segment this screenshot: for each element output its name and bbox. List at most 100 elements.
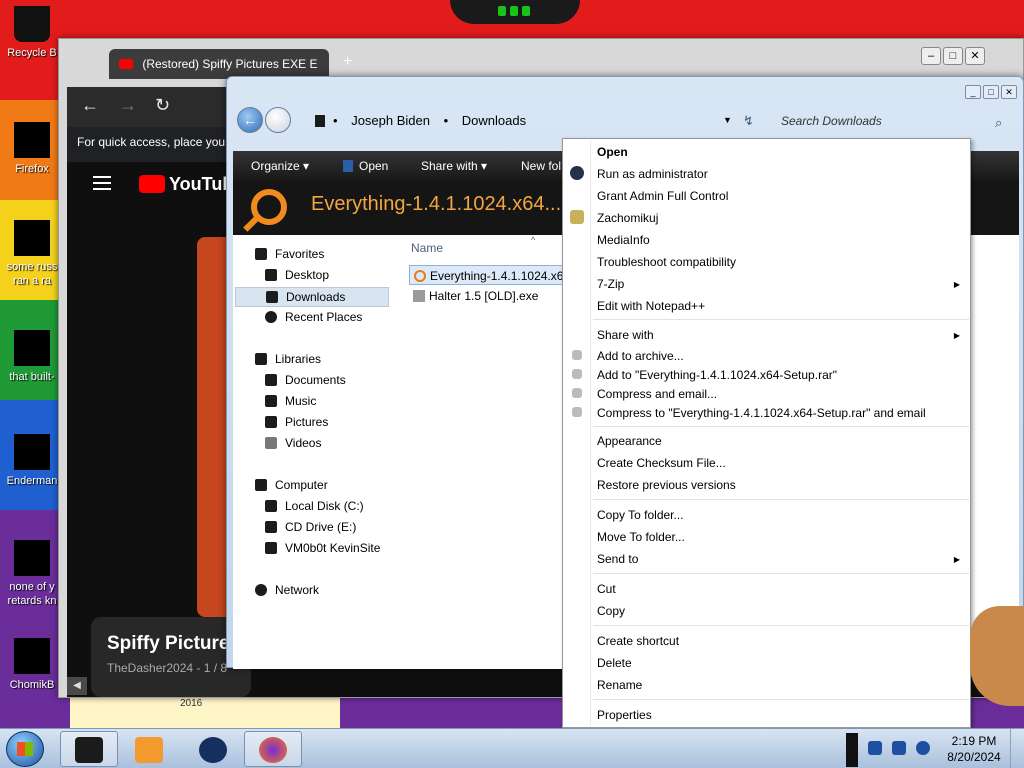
breadcrumb-downloads[interactable]: Downloads: [462, 113, 526, 128]
back-button[interactable]: ←: [237, 107, 263, 133]
menu-item-create-shortcut[interactable]: Create shortcut: [597, 634, 679, 648]
desktop-icon-enderman[interactable]: Enderman: [0, 434, 64, 488]
taskbar-app-globe[interactable]: [184, 731, 242, 767]
menu-item-share-with[interactable]: Share with: [597, 328, 654, 342]
menu-item-notepadpp[interactable]: Edit with Notepad++: [597, 299, 705, 313]
menu-icon[interactable]: [93, 176, 111, 190]
maximize-icon[interactable]: □: [943, 47, 963, 65]
cd-drive-icon: [265, 521, 277, 533]
menu-item-7zip[interactable]: 7-Zip: [597, 277, 955, 291]
menu-item-appearance[interactable]: Appearance: [597, 434, 662, 448]
desktop-icon-that-built[interactable]: that built-: [0, 330, 64, 384]
forward-button[interactable]: [265, 107, 291, 133]
desktop-icon-chomikbox[interactable]: ChomikB: [0, 638, 64, 692]
nav-vm[interactable]: VM0b0t KevinSite: [265, 541, 380, 555]
menu-separator: [593, 426, 969, 427]
desktop-icon-none-of[interactable]: none of y retards kn: [0, 540, 64, 608]
menu-separator: [593, 573, 969, 574]
nav-pictures[interactable]: Pictures: [265, 415, 328, 429]
nav-computer[interactable]: Computer: [255, 478, 328, 492]
menu-item-add-to-rar[interactable]: Add to "Everything-1.4.1.1024.x64-Setup.…: [597, 368, 837, 382]
new-folder-button[interactable]: New fol: [521, 159, 561, 173]
nav-documents[interactable]: Documents: [265, 373, 346, 387]
desktop-icon-recycle-bin[interactable]: Recycle B: [0, 6, 64, 60]
share-with-button[interactable]: Share with ▾: [421, 159, 487, 173]
nav-favorites[interactable]: Favorites: [255, 247, 324, 261]
menu-item-open[interactable]: Open: [597, 145, 628, 159]
reload-icon[interactable]: ↻: [155, 95, 170, 116]
tab-title: (Restored) Spiffy Pictures EXE E: [142, 57, 318, 71]
start-button[interactable]: [6, 731, 44, 767]
menu-item-checksum[interactable]: Create Checksum File...: [597, 456, 726, 470]
nav-cd-drive[interactable]: CD Drive (E:): [265, 520, 356, 534]
desktop-icon-firefox[interactable]: Firefox: [0, 122, 64, 176]
organize-button[interactable]: Organize ▾: [251, 159, 309, 173]
menu-item-move-to[interactable]: Move To folder...: [597, 530, 685, 544]
menu-item-compress-rar-email[interactable]: Compress to "Everything-1.4.1.1024.x64-S…: [597, 406, 926, 420]
volume-tray-icon[interactable]: [916, 741, 930, 755]
maximize-icon[interactable]: □: [983, 85, 999, 99]
menu-item-rename[interactable]: Rename: [597, 678, 642, 692]
nav-local-disk[interactable]: Local Disk (C:): [265, 499, 364, 513]
taskbar-app-explorer[interactable]: [60, 731, 118, 767]
nav-recent-places[interactable]: Recent Places: [265, 310, 362, 324]
nav-desktop[interactable]: Desktop: [265, 268, 329, 282]
media-player-icon: [135, 737, 163, 763]
taskbar-clock[interactable]: 2:19 PM 8/20/2024: [942, 733, 1006, 765]
menu-item-zachomikuj[interactable]: Zachomikuj: [597, 211, 658, 225]
menu-item-mediainfo[interactable]: MediaInfo: [597, 233, 650, 247]
taskbar-app-firefox[interactable]: [244, 731, 302, 767]
menu-item-copy[interactable]: Copy: [597, 604, 625, 618]
forward-arrow-icon[interactable]: →: [119, 95, 137, 116]
tray-expand-icon[interactable]: [846, 733, 858, 767]
globe-icon: [199, 737, 227, 763]
chevron-down-icon[interactable]: ▼: [723, 115, 732, 125]
open-icon: [343, 160, 353, 172]
clock-time: 2:19 PM: [951, 734, 997, 748]
menu-item-grant-admin[interactable]: Grant Admin Full Control: [597, 189, 728, 203]
submenu-arrow-icon: ▶: [953, 555, 960, 564]
close-icon[interactable]: ✕: [1001, 85, 1017, 99]
admin-icon: [570, 166, 584, 180]
file-icon: [14, 540, 50, 576]
minimize-icon[interactable]: _: [965, 85, 981, 99]
nav-videos[interactable]: Videos: [265, 436, 321, 450]
minimize-icon[interactable]: –: [921, 47, 941, 65]
browser-tab[interactable]: (Restored) Spiffy Pictures EXE E: [109, 49, 329, 79]
menu-item-run-as-admin[interactable]: Run as administrator: [597, 167, 708, 181]
new-tab-icon[interactable]: +: [343, 53, 352, 71]
tray-app-icon[interactable]: [868, 741, 882, 755]
menu-item-delete[interactable]: Delete: [597, 656, 632, 670]
menu-item-compress-email[interactable]: Compress and email...: [597, 387, 717, 401]
nav-libraries[interactable]: Libraries: [255, 352, 321, 366]
desktop-icon-some-russ[interactable]: some russ ran a ra: [0, 220, 64, 288]
search-input[interactable]: Search Downloads: [777, 111, 1017, 133]
menu-separator: [593, 625, 969, 626]
refresh-icon[interactable]: ↯: [743, 113, 754, 129]
show-desktop-button[interactable]: [1010, 729, 1024, 768]
menu-item-copy-to[interactable]: Copy To folder...: [597, 508, 684, 522]
menu-item-troubleshoot[interactable]: Troubleshoot compatibility: [597, 255, 736, 269]
nav-music[interactable]: Music: [265, 394, 316, 408]
open-button[interactable]: Open: [343, 159, 388, 173]
menu-item-add-to-archive[interactable]: Add to archive...: [597, 349, 684, 363]
column-header-name[interactable]: Name: [411, 241, 443, 255]
quick-access-hint: For quick access, place your: [77, 135, 230, 149]
scroll-left-icon[interactable]: ◀: [67, 677, 87, 695]
breadcrumb-user[interactable]: Joseph Biden: [351, 113, 430, 128]
back-arrow-icon[interactable]: ←: [81, 95, 99, 116]
close-icon[interactable]: ✕: [965, 47, 985, 65]
music-icon: [265, 395, 277, 407]
network-tray-icon[interactable]: [892, 741, 906, 755]
search-icon[interactable]: ⌕: [995, 115, 1002, 131]
menu-item-cut[interactable]: Cut: [597, 582, 616, 596]
taskbar-app-player[interactable]: [120, 731, 178, 767]
file-row-halter[interactable]: Halter 1.5 [OLD].exe: [409, 286, 542, 306]
menu-item-send-to[interactable]: Send to: [597, 552, 638, 566]
file-row-everything[interactable]: Everything-1.4.1.1024.x64: [409, 265, 576, 285]
menu-item-properties[interactable]: Properties: [597, 708, 652, 722]
drive-icon: [265, 500, 277, 512]
menu-item-restore[interactable]: Restore previous versions: [597, 478, 736, 492]
nav-downloads[interactable]: Downloads: [235, 287, 389, 307]
nav-network[interactable]: Network: [255, 583, 319, 597]
